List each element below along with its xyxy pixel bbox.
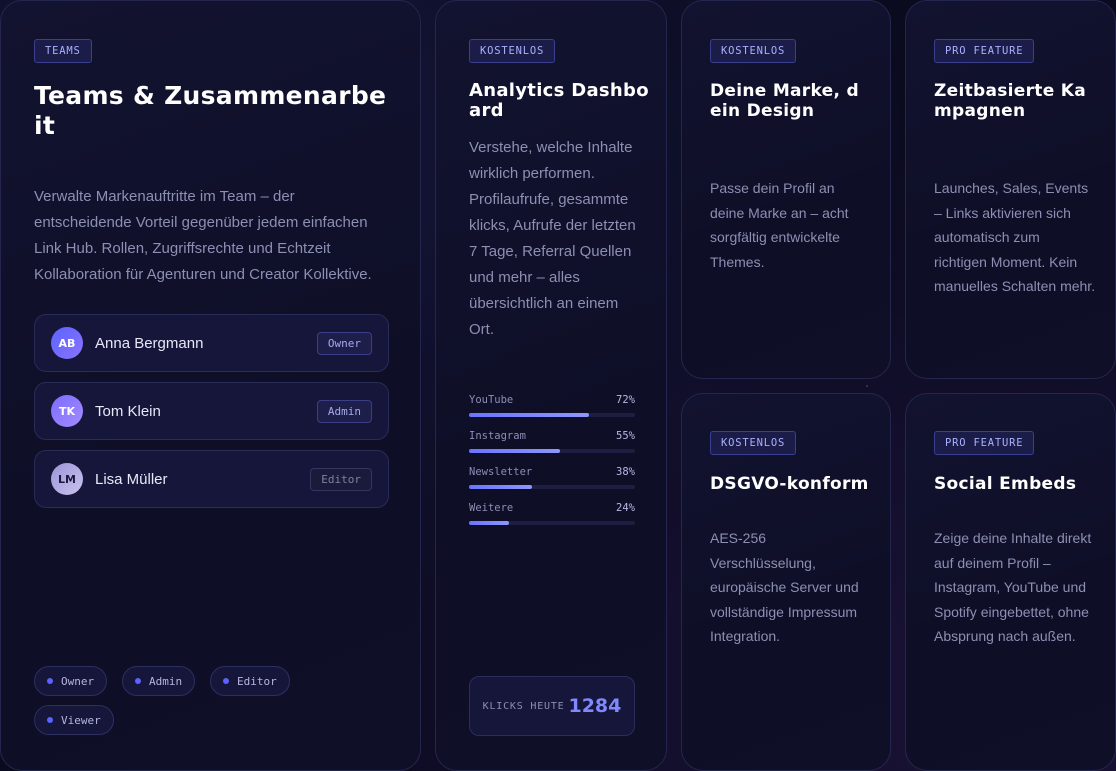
dsgvo-title: DSGVO-konform [710,474,869,494]
progress-track [469,521,635,525]
role-pill-label: Owner [61,674,95,688]
role-pill-owner[interactable]: Owner [34,666,108,696]
dot-icon [135,678,141,684]
source-name: Newsletter [469,466,533,478]
dot-icon [47,717,53,723]
team-member-row[interactable]: TK Tom Klein Admin [34,382,389,440]
progress-track [469,413,635,417]
source-percent: 24% [616,502,635,514]
role-pill-viewer[interactable]: Viewer [34,705,114,735]
star-decoration [866,385,868,387]
source-name: Weitere [469,502,514,514]
source-stat: Newsletter 38% [469,466,635,489]
role-pill-admin[interactable]: Admin [122,666,196,696]
member-name: Lisa Müller [95,470,168,488]
embeds-title: Social Embeds [934,474,1077,494]
source-percent: 72% [616,394,635,406]
avatar: AB [51,327,83,359]
progress-fill [469,413,589,417]
role-pill-editor[interactable]: Editor [210,666,290,696]
analytics-badge: KOSTENLOS [469,39,556,63]
source-stat: Weitere 24% [469,502,635,525]
progress-fill [469,521,509,525]
role-pill-label: Editor [237,674,277,688]
campaigns-description: Launches, Sales, Events – Links aktivier… [934,180,1096,294]
progress-fill [469,485,533,489]
avatar: TK [51,395,83,427]
dsgvo-card: KOSTENLOS DSGVO-konform AES-256 Verschlü… [681,393,891,771]
brand-badge: KOSTENLOS [710,39,797,63]
dsgvo-description: AES-256 Verschlüsselung, europäische Ser… [710,530,859,644]
avatar: LM [51,463,83,495]
dsgvo-badge: KOSTENLOS [710,431,797,455]
dot-icon [223,678,229,684]
analytics-description: Verstehe, welche Inhalte wirklich perfor… [469,139,636,338]
role-tag[interactable]: Owner [316,331,372,355]
source-stat: Instagram 55% [469,430,635,453]
source-stat: YouTube 72% [469,394,635,417]
clicks-today-label: KLICKS HEUTE [482,700,565,712]
analytics-title: Analytics Dashboard [469,80,649,121]
clicks-today-box: KLICKS HEUTE 1284 [469,676,635,736]
source-name: Instagram [469,430,526,442]
campaigns-badge: PRO FEATURE [934,39,1035,63]
brand-title: Deine Marke, dein Design [710,81,859,121]
campaigns-title: Zeitbasierte Kampagnen [934,81,1087,121]
role-tag[interactable]: Admin [316,399,372,423]
role-pill-label: Viewer [61,713,101,727]
team-member-row[interactable]: AB Anna Bergmann Owner [34,314,389,372]
member-name: Tom Klein [95,402,161,420]
team-member-row[interactable]: LM Lisa Müller Editor [34,450,389,508]
progress-track [469,449,635,453]
source-percent: 38% [616,466,635,478]
member-name: Anna Bergmann [95,334,204,352]
dot-icon [47,678,53,684]
campaigns-card: PRO FEATURE Zeitbasierte Kampagnen Launc… [905,0,1116,379]
brand-description: Passe dein Profil an deine Marke an – ac… [710,180,849,270]
teams-badge: TEAMS [34,39,92,63]
analytics-card: KOSTENLOS Analytics Dashboard Verstehe, … [435,0,667,771]
progress-fill [469,449,561,453]
source-percent: 55% [616,430,635,442]
source-name: YouTube [469,394,514,406]
teams-title: Teams & Zusammenarbeit [34,81,387,140]
embeds-card: PRO FEATURE Social Embeds Zeige deine In… [905,393,1116,771]
teams-card: TEAMS Teams & Zusammenarbeit Verwalte Ma… [0,0,421,771]
clicks-today-value: 1284 [568,695,622,717]
progress-track [469,485,635,489]
brand-card: KOSTENLOS Deine Marke, dein Design Passe… [681,0,891,379]
embeds-description: Zeige deine Inhalte direkt auf deinem Pr… [934,530,1092,644]
teams-description: Verwalte Markenauftritte im Team – der e… [34,188,372,283]
embeds-badge: PRO FEATURE [934,431,1035,455]
role-pill-label: Admin [149,674,183,688]
role-tag[interactable]: Editor [310,467,372,491]
